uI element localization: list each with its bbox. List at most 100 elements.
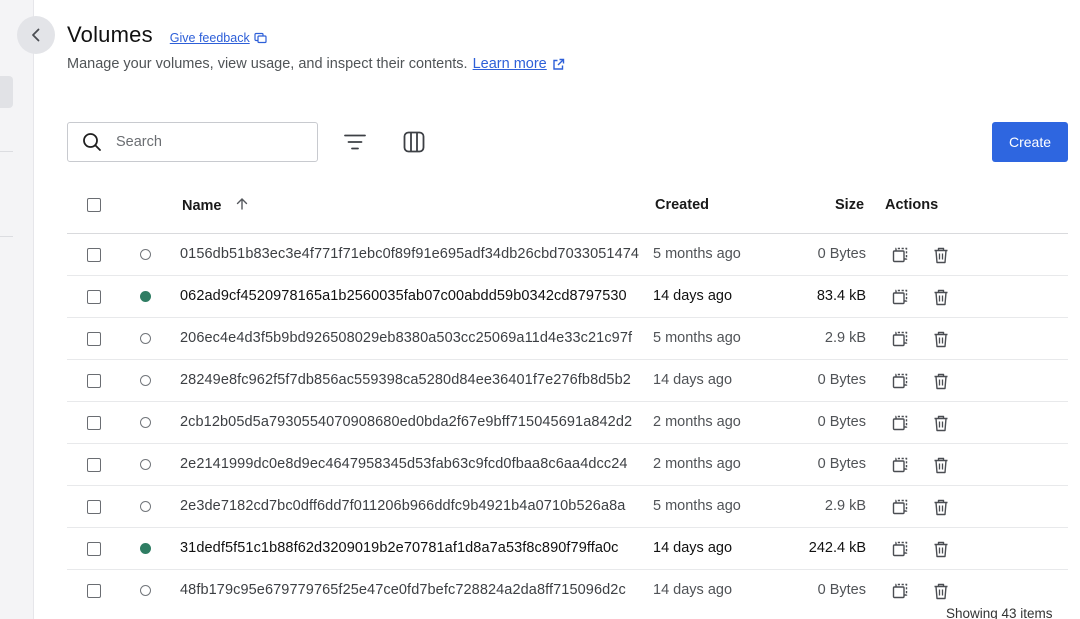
trash-icon [934,373,948,389]
trash-icon [934,247,948,263]
give-feedback-link[interactable]: Give feedback [170,31,267,45]
trash-icon [934,331,948,347]
table-row[interactable]: 31dedf5f51c1b88f62d3209019b2e70781af1d8a… [67,528,1068,570]
volumes-table: Name Created Size Actions 0156db51b83ec3… [67,184,1068,612]
row-checkbox[interactable] [87,500,101,514]
page-header: Volumes Give feedback Manage your volume… [67,22,565,72]
volume-name[interactable]: 062ad9cf4520978165a1b2560035fab07c00abdd… [180,288,646,304]
status-indicator [140,459,151,470]
volume-name[interactable]: 2cb12b05d5a7930554070908680ed0bda2f67e9b… [180,414,646,430]
external-link-icon [553,58,564,70]
select-all-checkbox[interactable] [87,198,101,212]
clone-volume-button[interactable] [890,329,910,349]
status-indicator [140,291,151,302]
table-header: Name Created Size Actions [67,184,1068,234]
volume-created: 14 days ago [653,582,733,598]
clone-volume-button[interactable] [890,581,910,601]
delete-volume-button[interactable] [931,413,951,433]
volume-name[interactable]: 2e2141999dc0e8d9ec4647958345d53fab63c9fc… [180,456,646,472]
row-checkbox[interactable] [87,332,101,346]
sidebar-item-selected[interactable] [0,76,13,108]
search-icon [83,133,101,151]
search-input[interactable] [114,133,294,151]
volume-name[interactable]: 0156db51b83ec3e4f771f71ebc0f89f91e695adf… [180,246,646,262]
delete-volume-button[interactable] [931,245,951,265]
table-row[interactable]: 062ad9cf4520978165a1b2560035fab07c00abdd… [67,276,1068,318]
delete-volume-button[interactable] [931,497,951,517]
volume-created: 2 months ago [653,456,741,472]
filter-button[interactable] [341,128,369,156]
column-header-size[interactable]: Size [835,197,864,213]
clone-volume-button[interactable] [890,539,910,559]
status-indicator [140,333,151,344]
table-row[interactable]: 48fb179c95e679779765f25e47ce0fd7befc7288… [67,570,1068,612]
row-checkbox[interactable] [87,248,101,262]
delete-volume-button[interactable] [931,581,951,601]
volume-size: 0 Bytes [817,456,866,472]
table-body: 0156db51b83ec3e4f771f71ebc0f89f91e695adf… [67,234,1068,612]
table-row[interactable]: 2cb12b05d5a7930554070908680ed0bda2f67e9b… [67,402,1068,444]
sort-ascending-icon [236,198,247,210]
row-checkbox[interactable] [87,416,101,430]
clone-volume-button[interactable] [890,497,910,517]
clone-volume-button[interactable] [890,371,910,391]
row-checkbox[interactable] [87,290,101,304]
table-row[interactable]: 206ec4e4d3f5b9bd926508029eb8380a503cc250… [67,318,1068,360]
volume-name[interactable]: 206ec4e4d3f5b9bd926508029eb8380a503cc250… [180,330,646,346]
delete-volume-button[interactable] [931,329,951,349]
copy-icon [892,583,908,599]
sidebar [0,0,34,619]
filter-icon [344,134,366,150]
table-row[interactable]: 0156db51b83ec3e4f771f71ebc0f89f91e695adf… [67,234,1068,276]
delete-volume-button[interactable] [931,371,951,391]
delete-volume-button[interactable] [931,455,951,475]
volume-name[interactable]: 28249e8fc962f5f7db856ac559398ca5280d84ee… [180,372,646,388]
table-row[interactable]: 28249e8fc962f5f7db856ac559398ca5280d84ee… [67,360,1068,402]
trash-icon [934,583,948,599]
table-row[interactable]: 2e3de7182cd7bc0dff6dd7f011206b966ddfc9b4… [67,486,1068,528]
volume-created: 5 months ago [653,330,741,346]
trash-icon [934,457,948,473]
row-checkbox[interactable] [87,542,101,556]
copy-icon [892,289,908,305]
copy-icon [892,415,908,431]
volume-name[interactable]: 31dedf5f51c1b88f62d3209019b2e70781af1d8a… [180,540,646,556]
delete-volume-button[interactable] [931,539,951,559]
volume-size: 0 Bytes [817,372,866,388]
status-indicator [140,249,151,260]
copy-icon [892,331,908,347]
volume-created: 14 days ago [653,372,733,388]
status-indicator [140,585,151,596]
feedback-icon [254,32,267,44]
status-indicator [140,543,151,554]
learn-more-link[interactable]: Learn more [473,56,565,72]
volume-name[interactable]: 2e3de7182cd7bc0dff6dd7f011206b966ddfc9b4… [180,498,646,514]
create-button[interactable]: Create [992,122,1068,162]
search-box[interactable] [67,122,318,162]
clone-volume-button[interactable] [890,287,910,307]
back-button[interactable] [17,16,55,54]
item-count: Showing 43 items [946,606,1053,619]
column-header-name[interactable]: Name [182,197,249,214]
copy-icon [892,373,908,389]
clone-volume-button[interactable] [890,455,910,475]
copy-icon [892,541,908,557]
table-row[interactable]: 2e2141999dc0e8d9ec4647958345d53fab63c9fc… [67,444,1068,486]
row-checkbox[interactable] [87,458,101,472]
columns-icon [403,131,425,153]
column-header-created[interactable]: Created [655,197,709,213]
row-checkbox[interactable] [87,584,101,598]
row-checkbox[interactable] [87,374,101,388]
status-indicator [140,375,151,386]
status-indicator [140,417,151,428]
volume-created: 5 months ago [653,246,741,262]
learn-more-label: Learn more [472,56,547,72]
clone-volume-button[interactable] [890,413,910,433]
volume-name[interactable]: 48fb179c95e679779765f25e47ce0fd7befc7288… [180,582,646,598]
delete-volume-button[interactable] [931,287,951,307]
volume-created: 14 days ago [653,288,733,304]
column-name-label: Name [182,198,222,214]
columns-button[interactable] [400,128,428,156]
clone-volume-button[interactable] [890,245,910,265]
column-header-actions: Actions [885,197,939,213]
